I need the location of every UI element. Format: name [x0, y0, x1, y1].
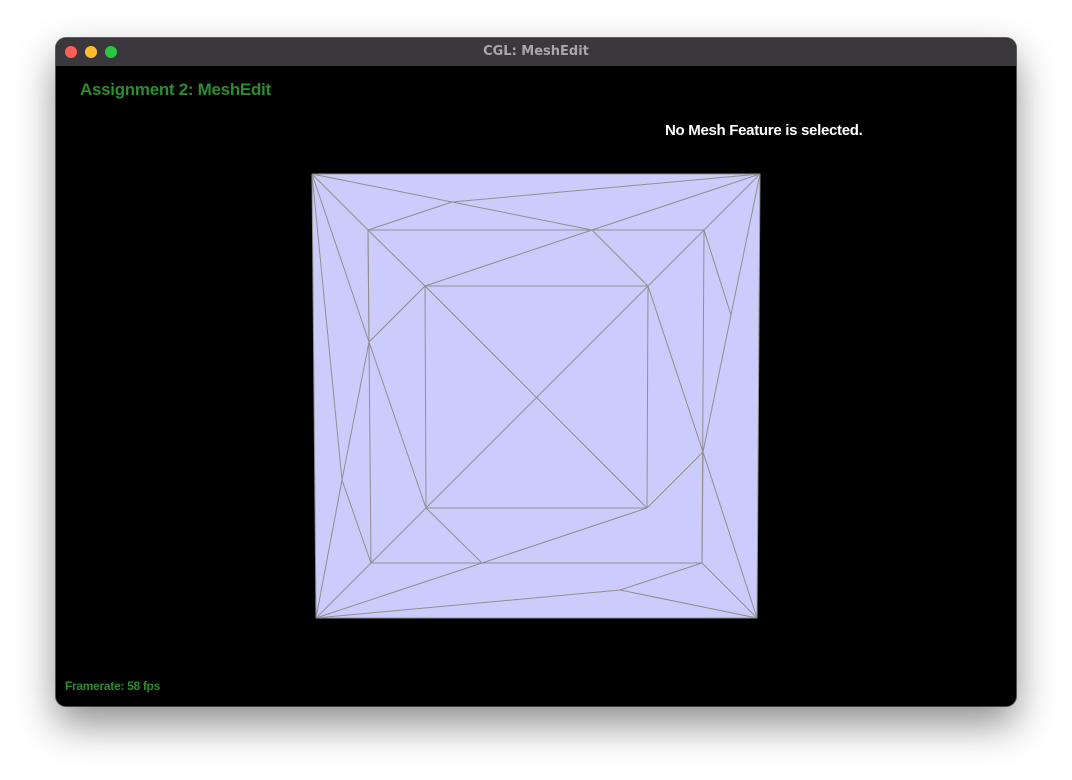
framerate-readout: Framerate: 58 fps: [65, 679, 160, 693]
app-window: CGL: MeshEdit Assignment 2: MeshEdit No …: [56, 38, 1016, 706]
assignment-title: Assignment 2: MeshEdit: [80, 80, 271, 99]
selection-status: No Mesh Feature is selected.: [665, 122, 863, 139]
render-viewport[interactable]: Assignment 2: MeshEdit No Mesh Feature i…: [56, 66, 1016, 706]
framerate-label: Framerate:: [65, 679, 125, 693]
framerate-value: 58 fps: [127, 679, 160, 693]
mesh-canvas[interactable]: [56, 66, 1016, 706]
title-bar[interactable]: CGL: MeshEdit: [56, 38, 1016, 67]
window-title: CGL: MeshEdit: [483, 44, 589, 59]
